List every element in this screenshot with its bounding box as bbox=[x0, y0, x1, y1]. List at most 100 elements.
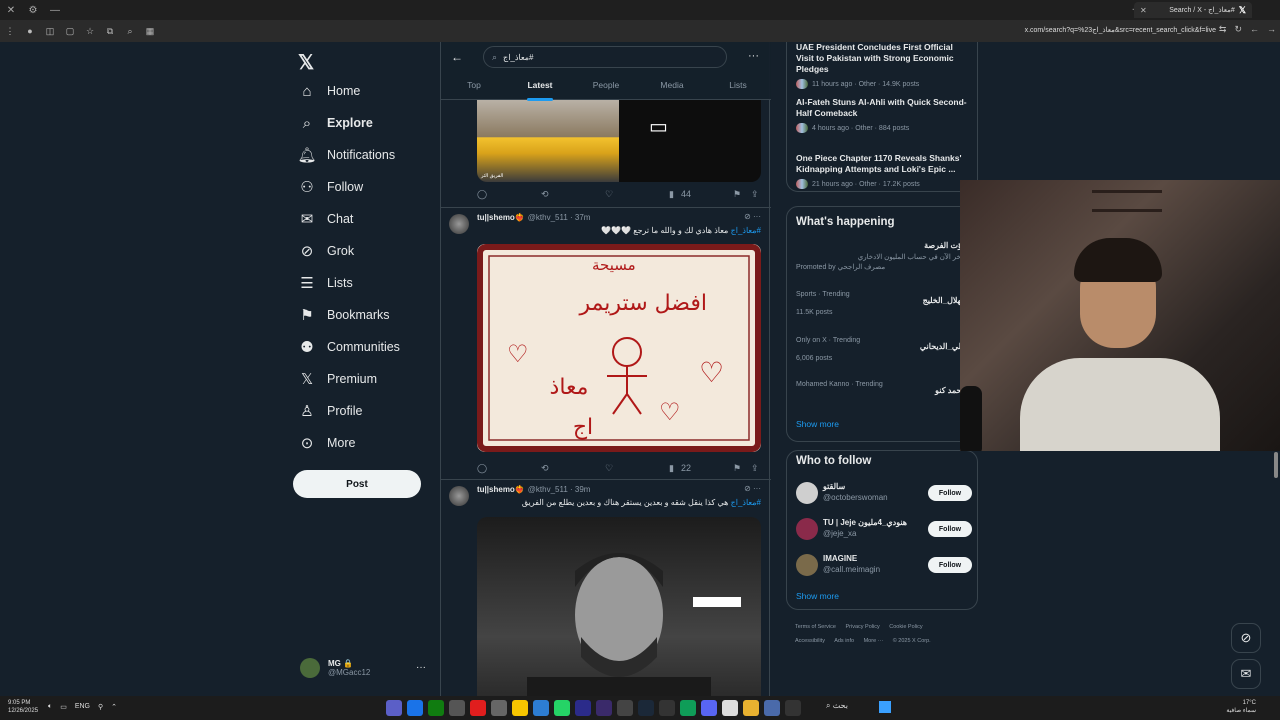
footer-link[interactable]: Ads info bbox=[834, 638, 854, 644]
nav-explore[interactable]: ⌕ Explore bbox=[298, 111, 373, 135]
tweet-author-handle[interactable]: @kthv_511 · 39m bbox=[528, 485, 591, 494]
app-icon[interactable] bbox=[680, 700, 696, 716]
url-field[interactable]: x.com/search?q=%23معاذ_اج&src=recent_sea… bbox=[1025, 26, 1216, 34]
tweet-author-name[interactable]: tu||shemo❤️‍🔥 bbox=[477, 485, 525, 494]
app-icon[interactable] bbox=[449, 700, 465, 716]
follow-button[interactable]: Follow bbox=[928, 485, 972, 501]
nav-more[interactable]: ⊙ More bbox=[298, 431, 356, 455]
settings-icon[interactable]: ⚙ bbox=[22, 5, 44, 16]
search-input[interactable]: ⌕ معاذ_اج# bbox=[483, 46, 727, 68]
news-item[interactable]: UAE President Concludes First Official V… bbox=[796, 42, 972, 89]
like-icon[interactable]: ♡ bbox=[605, 189, 613, 200]
share-icon[interactable]: ⇪ bbox=[751, 463, 759, 474]
reload-icon[interactable]: ↻ bbox=[1234, 24, 1242, 35]
retweet-icon[interactable]: ⟲ bbox=[541, 463, 549, 474]
nav-profile[interactable]: ♙ Profile bbox=[298, 399, 362, 423]
taskbar-search[interactable]: ⌕ بحث bbox=[826, 701, 848, 711]
battery-icon[interactable]: ▭ bbox=[60, 703, 67, 711]
tweet-image[interactable]: مسيحة افضل ستريمر معاذ اج ♡ ♡ ♡ bbox=[477, 244, 761, 452]
browser-tab[interactable]: ✕ Search / X - معاذ_اج# 𝕏 bbox=[1134, 2, 1252, 18]
profile-icon[interactable]: ● bbox=[20, 26, 40, 36]
extensions-icon[interactable]: ▦ bbox=[140, 26, 160, 37]
app-icon[interactable] bbox=[638, 700, 654, 716]
x-home-logo-icon[interactable]: 𝕏 bbox=[298, 50, 314, 75]
views-icon[interactable]: ▮ bbox=[669, 463, 674, 474]
translate-icon[interactable]: ⇆ bbox=[1219, 24, 1227, 35]
tweet-more-icon[interactable]: ⊘ ··· bbox=[744, 484, 761, 493]
tray-overflow-icon[interactable]: ⌃ bbox=[111, 703, 117, 711]
nav-follow[interactable]: ⚇ Follow bbox=[298, 175, 363, 199]
avatar[interactable] bbox=[449, 486, 469, 506]
tab-lists[interactable]: Lists bbox=[705, 80, 771, 100]
close-window-icon[interactable]: ✕ bbox=[0, 5, 22, 16]
app-icon[interactable] bbox=[491, 700, 507, 716]
tab-icon[interactable]: ▢ bbox=[60, 26, 80, 37]
tweet-image[interactable] bbox=[477, 517, 761, 696]
app-icon[interactable] bbox=[722, 700, 738, 716]
nav-chat[interactable]: ✉ Chat bbox=[298, 207, 354, 231]
weather-widget[interactable]: 17°C سماء صافية bbox=[1226, 699, 1256, 715]
volume-icon[interactable]: 🔈︎ bbox=[48, 703, 52, 711]
back-icon[interactable]: ← bbox=[1250, 24, 1259, 35]
app-icon[interactable] bbox=[407, 700, 423, 716]
back-arrow-icon[interactable]: ← bbox=[451, 50, 463, 64]
taskbar-clock[interactable]: 9:05 PM 12/26/2025 bbox=[8, 699, 38, 715]
follow-button[interactable]: Follow bbox=[928, 557, 972, 573]
app-icon[interactable] bbox=[386, 700, 402, 716]
app-icon[interactable] bbox=[428, 700, 444, 716]
menu-icon[interactable]: ⋮ bbox=[0, 26, 20, 37]
app-icon[interactable] bbox=[575, 700, 591, 716]
tab-people[interactable]: People bbox=[573, 80, 639, 100]
tweet[interactable]: tu||shemo❤️‍🔥 @kthv_511 · 37m ⊘ ··· #معا… bbox=[441, 207, 771, 479]
search-page-icon[interactable]: ⌕ bbox=[120, 26, 140, 37]
post-button[interactable]: Post bbox=[293, 470, 421, 498]
more-options-icon[interactable]: ··· bbox=[748, 50, 759, 62]
account-switcher[interactable]: MG 🔒 @MGacc12 ··· bbox=[300, 658, 432, 678]
app-icon[interactable] bbox=[701, 700, 717, 716]
mic-icon[interactable]: ⚲ bbox=[98, 703, 103, 711]
app-icon[interactable] bbox=[785, 700, 801, 716]
app-icon[interactable] bbox=[617, 700, 633, 716]
avatar[interactable] bbox=[449, 214, 469, 234]
app-icon[interactable] bbox=[470, 700, 486, 716]
footer-link[interactable]: Accessibility bbox=[795, 638, 825, 644]
tab-media[interactable]: Media bbox=[639, 80, 705, 100]
nav-home[interactable]: ⌂ Home bbox=[298, 79, 360, 103]
nav-grok[interactable]: ⊘ Grok bbox=[298, 239, 354, 263]
news-item[interactable]: One Piece Chapter 1170 Reveals Shanks' K… bbox=[796, 153, 972, 189]
app-icon[interactable] bbox=[659, 700, 675, 716]
bookmark-icon[interactable]: ⚑ bbox=[733, 463, 741, 474]
nav-communities[interactable]: ⚉ Communities bbox=[298, 335, 400, 359]
app-icon[interactable] bbox=[533, 700, 549, 716]
footer-link[interactable]: Terms of Service bbox=[795, 624, 836, 630]
hashtag-link[interactable]: #معاذ_اج bbox=[731, 498, 761, 507]
tweet-author-handle[interactable]: @kthv_511 · 37m bbox=[528, 213, 591, 222]
language-indicator[interactable]: ENG bbox=[75, 703, 90, 711]
reply-icon[interactable]: ◯ bbox=[477, 189, 487, 200]
views-icon[interactable]: ▮ bbox=[669, 189, 674, 200]
follow-suggestion[interactable]: سالقتو @octoberswoman Follow bbox=[796, 481, 972, 505]
windows-start-icon[interactable] bbox=[879, 701, 891, 713]
trend-item[interactable]: Mohamed Kanno · Trending محمد كنو bbox=[796, 381, 966, 395]
app-icon[interactable] bbox=[743, 700, 759, 716]
footer-link[interactable]: Privacy Policy bbox=[846, 624, 880, 630]
share-icon[interactable]: ⇪ bbox=[751, 189, 759, 200]
app-icon[interactable] bbox=[596, 700, 612, 716]
tweet[interactable]: tu||shemo❤️‍🔥 @kthv_511 · 39m ⊘ ··· #معا… bbox=[441, 479, 771, 696]
minimize-icon[interactable]: — bbox=[44, 5, 66, 16]
reply-icon[interactable]: ◯ bbox=[477, 463, 487, 474]
show-more-link[interactable]: Show more bbox=[796, 419, 839, 429]
promoted-trend[interactable]: فوّت الفرصة ادخر الآن في حساب المليون ال… bbox=[796, 241, 966, 271]
nav-bookmarks[interactable]: ⚑ Bookmarks bbox=[298, 303, 389, 327]
retweet-icon[interactable]: ⟲ bbox=[541, 189, 549, 200]
nav-lists[interactable]: ☰ Lists bbox=[298, 271, 352, 295]
bookmark-icon[interactable]: ⚑ bbox=[733, 189, 741, 200]
forward-icon[interactable]: → bbox=[1267, 24, 1276, 35]
tweet-media[interactable]: الفريق الثر ▭ bbox=[477, 100, 761, 182]
favorite-icon[interactable]: ☆ bbox=[80, 26, 100, 37]
close-tab-icon[interactable]: ✕ bbox=[1140, 6, 1147, 15]
trend-item[interactable]: Only on X · Trending علي_الديحاني 6,006 … bbox=[796, 337, 966, 362]
messages-floating-icon[interactable]: ✉ bbox=[1231, 659, 1261, 689]
nav-premium[interactable]: 𝕏 Premium bbox=[298, 367, 377, 391]
trend-item[interactable]: Sports · Trending الهلال_الخليج 11.5K po… bbox=[796, 291, 966, 316]
